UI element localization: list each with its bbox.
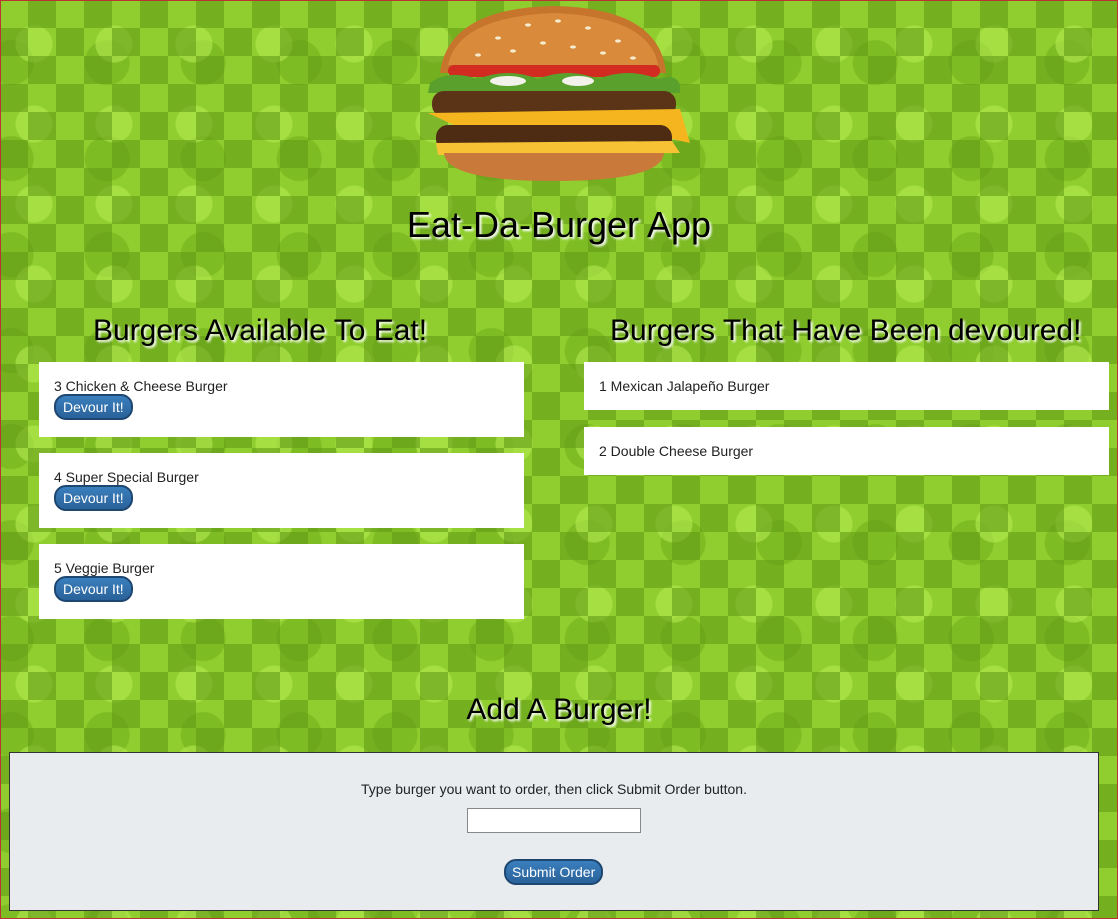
devour-button[interactable]: Devour It! [54,394,133,420]
app-title: Eat-Da-Burger App [406,204,712,245]
submit-order-button[interactable]: Submit Order [504,859,604,885]
burger-name: 3 Chicken & Cheese Burger [54,378,228,394]
available-burger-card: 3 Chicken & Cheese Burger Devour It! [39,362,524,437]
available-section-title: Burgers Available To Eat! [93,314,428,347]
burger-name: 2 Double Cheese Burger [599,443,754,459]
burger-name: 1 Mexican Jalapeño Burger [599,378,770,394]
burger-name: 4 Super Special Burger [54,469,199,485]
available-burger-card: 4 Super Special Burger Devour It! [39,453,524,528]
devour-button[interactable]: Devour It! [54,576,133,602]
add-burger-title: Add A Burger! [466,693,652,726]
order-form-panel: Type burger you want to order, then clic… [9,752,1099,911]
devoured-burger-card: 1 Mexican Jalapeño Burger [584,362,1109,410]
devoured-burger-card: 2 Double Cheese Burger [584,427,1109,475]
burger-name-input[interactable] [467,808,641,833]
devour-button[interactable]: Devour It! [54,485,133,511]
burger-name: 5 Veggie Burger [54,560,155,576]
devoured-section-title: Burgers That Have Been devoured! [610,314,1082,347]
burger-icon [428,6,690,181]
order-instructions: Type burger you want to order, then clic… [361,781,747,797]
available-burger-card: 5 Veggie Burger Devour It! [39,544,524,619]
